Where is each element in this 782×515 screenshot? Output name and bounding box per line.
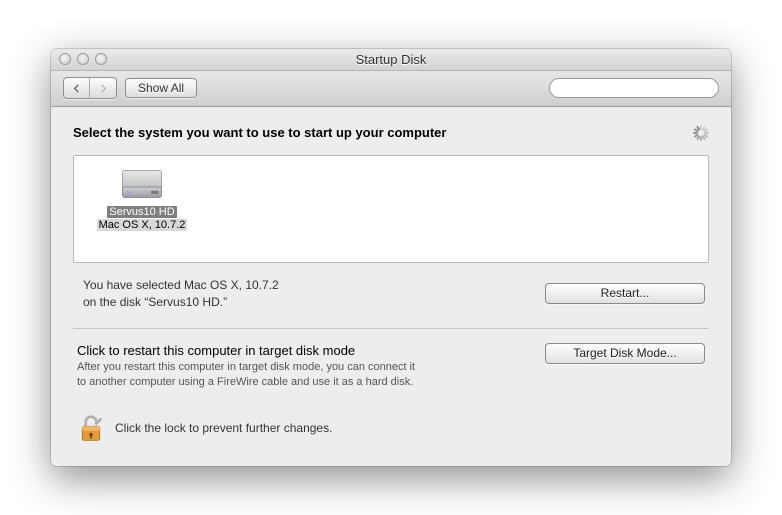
titlebar: Startup Disk: [51, 49, 731, 71]
minimize-window-button[interactable]: [77, 53, 89, 65]
hard-disk-icon: [118, 166, 166, 202]
chevron-left-icon: [72, 84, 81, 93]
disk-system-label: Mac OS X, 10.7.2: [97, 219, 188, 231]
restart-button[interactable]: Restart...: [545, 283, 705, 304]
target-disk-desc-1: After you restart this computer in targe…: [77, 361, 415, 373]
status-line-1: You have selected Mac OS X, 10.7.2: [83, 277, 279, 294]
toolbar: Show All: [51, 71, 731, 107]
target-disk-title: Click to restart this computer in target…: [77, 343, 415, 358]
show-all-button[interactable]: Show All: [125, 78, 197, 98]
loading-spinner-icon: [693, 125, 709, 141]
search-field[interactable]: [549, 78, 719, 98]
traffic-lights: [51, 53, 107, 65]
zoom-window-button[interactable]: [95, 53, 107, 65]
search-input[interactable]: [560, 81, 715, 95]
target-disk-desc-2: to another computer using a FireWire cab…: [77, 376, 413, 388]
nav-segmented: [63, 77, 117, 99]
window-title: Startup Disk: [51, 52, 731, 67]
target-disk-mode-button[interactable]: Target Disk Mode...: [545, 343, 705, 364]
status-line-2: on the disk “Servus10 HD.”: [83, 294, 279, 311]
back-button[interactable]: [64, 78, 90, 98]
target-disk-info: Click to restart this computer in target…: [77, 343, 415, 390]
page-heading: Select the system you want to use to sta…: [73, 125, 446, 140]
startup-disk-item[interactable]: Servus10 HD Mac OS X, 10.7.2: [90, 166, 194, 231]
chevron-right-icon: [99, 84, 108, 93]
selection-status: You have selected Mac OS X, 10.7.2 on th…: [83, 277, 279, 311]
forward-button[interactable]: [90, 78, 116, 98]
disk-name-label: Servus10 HD: [107, 206, 176, 218]
lock-icon[interactable]: [77, 412, 105, 444]
disk-list: Servus10 HD Mac OS X, 10.7.2: [73, 155, 709, 263]
lock-text: Click the lock to prevent further change…: [115, 421, 332, 435]
content-area: Select the system you want to use to sta…: [51, 107, 731, 466]
preferences-window: Startup Disk Show All Select the system …: [51, 49, 731, 466]
close-window-button[interactable]: [59, 53, 71, 65]
